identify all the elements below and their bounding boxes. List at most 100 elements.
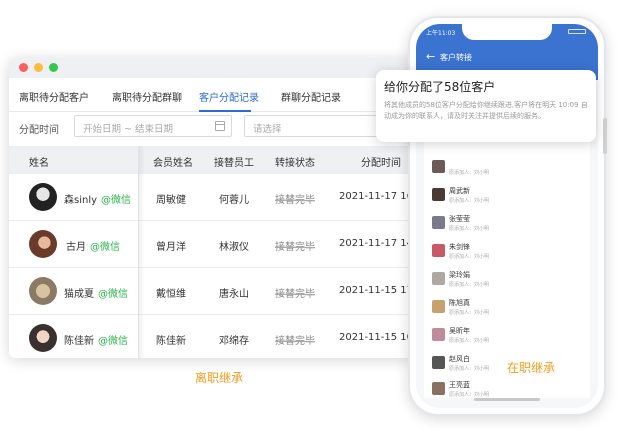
- list-item-name: 梁玲娟: [449, 271, 470, 279]
- list-item[interactable]: 周武新 原添加人：刘小明: [424, 184, 590, 211]
- avatar: [432, 300, 445, 313]
- date-range-placeholder: 开始日期 ~ 结束日期: [83, 124, 173, 135]
- avatar: [432, 188, 445, 201]
- list-item[interactable]: 吴昕年 原添加人：刘小明: [424, 324, 590, 351]
- filter-label: 分配时间: [19, 125, 59, 136]
- list-item[interactable]: 梁玲娟 原添加人：刘小明: [424, 268, 590, 295]
- table-row[interactable]: 猫成夏 @微信 戴恒维 唐永山 接替完毕 2021-11-15 17: [9, 268, 415, 315]
- customer-name: 古月 @微信: [66, 242, 120, 253]
- assignment-notification[interactable]: 给你分配了58位客户 将其他成员的58位客户分配给你继续跟进,客户将在明天 10…: [376, 70, 596, 142]
- customer-name: 猫成夏 @微信: [64, 289, 128, 300]
- list-item-name: 王亮蓝: [449, 381, 470, 389]
- title-bar: [9, 58, 415, 78]
- select-placeholder: 请选择: [253, 124, 282, 135]
- minimize-window-button[interactable]: [34, 63, 43, 72]
- avatar: [29, 183, 57, 211]
- column-header-time: 分配时间: [361, 158, 401, 169]
- maximize-window-button[interactable]: [49, 63, 58, 72]
- list-item[interactable]: 张莹莹 原添加人：刘小明: [424, 212, 590, 239]
- scrollbar[interactable]: [603, 118, 607, 154]
- list-item[interactable]: 朱剑锋 原添加人：刘小明: [424, 240, 590, 267]
- close-window-button[interactable]: [19, 63, 28, 72]
- assign-time: 2021-11-17 14: [339, 238, 414, 249]
- avatar: [29, 277, 57, 305]
- avatar: [432, 160, 445, 173]
- column-header-status: 转接状态: [275, 158, 315, 169]
- battery-icon: [568, 29, 586, 34]
- list-item-name: 陈旭真: [449, 299, 470, 307]
- successor-name: 何蓉儿: [219, 195, 249, 206]
- avatar: [432, 244, 445, 257]
- list-item[interactable]: 原添加人：刘小明: [424, 156, 590, 183]
- tab-pending-customers[interactable]: 离职待分配客户: [19, 89, 89, 104]
- column-header-name: 姓名: [29, 158, 49, 169]
- tab-pending-groups[interactable]: 离职待分配群聊: [112, 89, 182, 104]
- wechat-tag: @微信: [90, 242, 120, 253]
- transfer-status: 接替完毕: [275, 336, 315, 347]
- avatar: [29, 324, 57, 352]
- home-indicator: [474, 398, 540, 401]
- list-item-sub: 原添加人：刘小明: [449, 226, 490, 232]
- filter-bar: 分配时间 开始日期 ~ 结束日期 请选择: [9, 112, 415, 142]
- member-name: 周敏健: [156, 195, 186, 206]
- list-item-sub: 原添加人：刘小明: [449, 170, 490, 176]
- table-row[interactable]: 古月 @微信 曾月洋 林淑仪 接替完毕 2021-11-17 14: [9, 221, 415, 268]
- member-name: 戴恒维: [156, 289, 186, 300]
- transfer-status: 接替完毕: [275, 195, 315, 206]
- avatar: [432, 382, 445, 395]
- member-name: 陈佳新: [156, 336, 186, 347]
- fixed-column-shadow: [139, 146, 145, 358]
- tab-bar: 离职待分配客户 离职待分配群聊 客户分配记录 群聊分配记录: [9, 78, 415, 112]
- list-item-sub: 原添加人：刘小明: [449, 198, 490, 204]
- tab-customer-records[interactable]: 客户分配记录: [199, 89, 259, 104]
- list-item-sub: 原添加人：刘小明: [449, 254, 490, 260]
- assign-time: 2021-11-15 10: [339, 332, 414, 343]
- customer-name: 陈佳新 @微信: [64, 336, 128, 347]
- list-item-name: 赵风白: [449, 355, 470, 363]
- table-row[interactable]: 陈佳新 @微信 陈佳新 邓绵存 接替完毕 2021-11-15 10: [9, 315, 415, 358]
- wechat-tag: @微信: [98, 336, 128, 347]
- transfer-status: 接替完毕: [275, 242, 315, 253]
- list-item-name: 周武新: [449, 187, 470, 195]
- table-header: 姓名 会员姓名 接替员工 转接状态 分配时间: [9, 146, 415, 174]
- avatar: [432, 356, 445, 369]
- list-item-sub: 原添加人：刘小明: [449, 338, 490, 344]
- successor-name: 邓绵存: [219, 336, 249, 347]
- list-item-name: 朱剑锋: [449, 243, 470, 251]
- successor-name: 唐永山: [219, 289, 249, 300]
- tab-group-records[interactable]: 群聊分配记录: [281, 89, 341, 104]
- list-item-sub: 原添加人：刘小明: [449, 366, 490, 372]
- caption-resigned-inheritance: 离职继承: [195, 371, 244, 385]
- avatar: [29, 230, 57, 258]
- list-item-name: 吴昕年: [449, 327, 470, 335]
- phone-notch: [462, 24, 552, 40]
- wechat-tag: @微信: [101, 195, 132, 206]
- transfer-status: 接替完毕: [275, 289, 315, 300]
- list-item-name: 张莹莹: [449, 215, 470, 223]
- phone-page-title: 客户转接: [440, 53, 472, 62]
- list-item-sub: 原添加人：刘小明: [449, 282, 490, 288]
- desktop-window: 离职待分配客户 离职待分配群聊 客户分配记录 群聊分配记录 分配时间 开始日期 …: [9, 58, 415, 358]
- phone-status-time: 上午11:03: [426, 30, 456, 37]
- list-item[interactable]: 陈旭真 原添加人：刘小明: [424, 296, 590, 323]
- wechat-tag: @微信: [98, 289, 128, 300]
- assign-time: 2021-11-17 16: [339, 191, 414, 202]
- calendar-icon: [215, 121, 225, 131]
- date-range-picker[interactable]: 开始日期 ~ 结束日期: [74, 115, 232, 137]
- table-row[interactable]: 森sinly @微信 周敏健 何蓉儿 接替完毕 2021-11-17 16: [9, 174, 415, 221]
- avatar: [432, 328, 445, 341]
- avatar: [432, 216, 445, 229]
- customer-name: 森sinly @微信: [64, 195, 132, 206]
- list-item-sub: 原添加人：刘小明: [449, 392, 490, 398]
- member-name: 曾月洋: [156, 242, 186, 253]
- caption-active-inheritance: 在职继承: [507, 361, 556, 375]
- column-header-successor: 接替员工: [214, 158, 254, 169]
- notification-title: 给你分配了58位客户: [384, 80, 496, 94]
- notification-body: 将其他成员的58位客户分配给你继续跟进,客户将在明天 10:09 自动成为你的联…: [384, 101, 588, 120]
- list-item-sub: 原添加人：刘小明: [449, 310, 490, 316]
- successor-name: 林淑仪: [219, 242, 249, 253]
- assign-time: 2021-11-15 17: [339, 285, 414, 296]
- avatar: [432, 272, 445, 285]
- back-arrow-icon[interactable]: ←: [426, 50, 435, 63]
- column-header-member: 会员姓名: [153, 158, 193, 169]
